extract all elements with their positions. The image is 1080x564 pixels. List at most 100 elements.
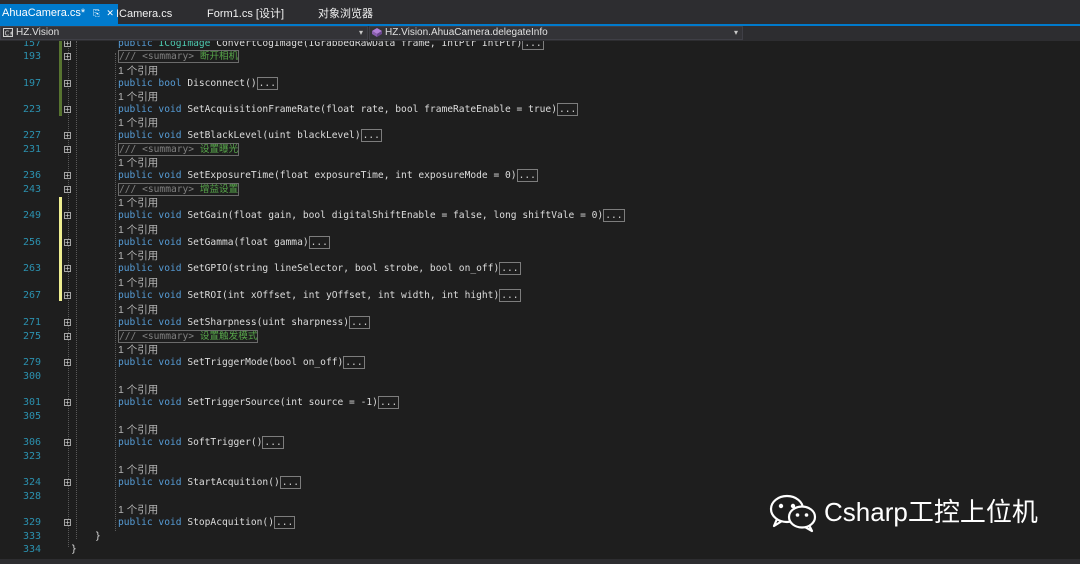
member-dropdown[interactable]: HZ.Vision.AhuaCamera.delegateInfo ▾ bbox=[369, 26, 743, 40]
collapsed-region[interactable]: ... bbox=[256, 77, 278, 90]
type-name: ICogImage bbox=[158, 41, 211, 49]
code-line: public void SoftTrigger()... bbox=[118, 436, 284, 449]
line-number: 306 bbox=[22, 437, 41, 448]
watermark-text: Csharp工控上位机 bbox=[824, 497, 1038, 527]
reference-count[interactable]: 1 个引用 bbox=[118, 197, 158, 209]
expand-toggle[interactable]: + bbox=[64, 319, 71, 327]
line-number: 275 bbox=[22, 331, 41, 342]
method-signature: SetROI(int xOffset, int yOffset, int wid… bbox=[187, 290, 500, 301]
method-signature: SetAcquisitionFrameRate(float rate, bool… bbox=[187, 104, 557, 115]
line-number: 223 bbox=[22, 104, 41, 115]
reference-count[interactable]: 1 个引用 bbox=[118, 504, 158, 516]
collapsed-region[interactable]: ... bbox=[377, 396, 400, 409]
expand-toggle[interactable]: + bbox=[64, 359, 71, 367]
code-line: public void SetSharpness(uint sharpness)… bbox=[118, 316, 371, 329]
tab-object-browser[interactable]: 对象浏览器 bbox=[318, 5, 373, 24]
collapsed-region[interactable]: ... bbox=[343, 356, 365, 369]
reference-count[interactable]: 1 个引用 bbox=[118, 65, 158, 77]
keyword: public void bbox=[118, 237, 182, 248]
chevron-down-icon: ▾ bbox=[733, 28, 738, 37]
collapsed-region[interactable]: ... bbox=[273, 516, 296, 529]
reference-count[interactable]: 1 个引用 bbox=[118, 157, 158, 169]
status-bar bbox=[0, 559, 1080, 564]
expand-toggle[interactable]: + bbox=[64, 146, 71, 154]
reference-count[interactable]: 1 个引用 bbox=[118, 344, 158, 356]
collapsed-region[interactable]: ... bbox=[516, 169, 538, 182]
method-signature: ConvertCogImage(IGrabbedRawData frame, I… bbox=[216, 41, 523, 49]
code-line: public void SetROI(int xOffset, int yOff… bbox=[118, 289, 521, 302]
reference-count[interactable]: 1 个引用 bbox=[118, 91, 158, 103]
reference-count[interactable]: 1 个引用 bbox=[118, 277, 158, 289]
comment-text: 设置曝光 bbox=[199, 144, 239, 155]
collapsed-comment[interactable]: /// <summary> 断开相机 bbox=[118, 50, 240, 63]
line-number: 333 bbox=[22, 531, 41, 542]
method-signature: SetGPIO(string lineSelector, bool strobe… bbox=[187, 263, 500, 274]
reference-count[interactable]: 1 个引用 bbox=[118, 384, 158, 396]
project-dropdown[interactable]: C#HZ.Vision ▾ bbox=[0, 26, 368, 40]
expand-toggle[interactable]: + bbox=[64, 80, 71, 88]
code-line: /// <summary> 断开相机 bbox=[118, 50, 240, 63]
pin-icon[interactable]: ⎘ bbox=[93, 4, 100, 23]
collapsed-region[interactable]: ... bbox=[279, 476, 302, 489]
expand-toggle[interactable]: + bbox=[64, 172, 71, 180]
tab-icamera[interactable]: ICamera.cs bbox=[116, 5, 172, 24]
navigation-bar: C#HZ.Vision ▾ HZ.Vision.AhuaCamera.deleg… bbox=[0, 26, 1080, 41]
code-line: public void SetGPIO(string lineSelector,… bbox=[118, 262, 521, 275]
collapsed-comment[interactable]: /// <summary> 设置触发模式 bbox=[118, 330, 259, 343]
collapsed-region[interactable]: ... bbox=[262, 436, 284, 449]
collapsed-region[interactable]: ... bbox=[499, 289, 521, 302]
code-line: public void SetGamma(float gamma)... bbox=[118, 236, 330, 249]
wechat-icon bbox=[769, 494, 817, 533]
reference-count[interactable]: 1 个引用 bbox=[118, 250, 158, 262]
expand-toggle[interactable]: + bbox=[64, 479, 71, 487]
comment-tag: /// <summary> bbox=[119, 144, 195, 155]
field-icon bbox=[372, 27, 382, 37]
tab-label: ICamera.cs bbox=[116, 8, 173, 20]
method-signature: SetTriggerSource(int source = -1) bbox=[187, 397, 378, 408]
expand-toggle[interactable]: + bbox=[64, 439, 71, 447]
collapsed-comment[interactable]: /// <summary> 设置曝光 bbox=[118, 143, 240, 156]
method-signature: SetSharpness(uint sharpness) bbox=[187, 317, 350, 328]
keyword: public void bbox=[118, 357, 182, 368]
expand-toggle[interactable]: + bbox=[64, 399, 71, 407]
expand-toggle[interactable]: + bbox=[64, 333, 71, 341]
expand-toggle[interactable]: + bbox=[64, 53, 71, 61]
keyword: public void bbox=[118, 397, 182, 408]
code-line: public void SetTriggerSource(int source … bbox=[118, 396, 400, 409]
expand-toggle[interactable]: + bbox=[64, 265, 71, 273]
reference-count[interactable]: 1 个引用 bbox=[118, 424, 158, 436]
keyword: public void bbox=[118, 290, 182, 301]
code-line: public void StopAcquition()... bbox=[118, 516, 296, 529]
expand-toggle[interactable]: + bbox=[64, 41, 71, 48]
reference-count[interactable]: 1 个引用 bbox=[118, 224, 158, 236]
code-editor[interactable]: 157 193 197 223 227 231 236 243 249 256 … bbox=[0, 41, 1080, 559]
collapsed-region[interactable]: ... bbox=[603, 209, 625, 222]
tab-ahuacamera[interactable]: AhuaCamera.cs* ⎘ ✕ bbox=[0, 4, 118, 24]
method-signature: Disconnect() bbox=[187, 78, 257, 89]
reference-count[interactable]: 1 个引用 bbox=[118, 117, 158, 129]
code-line: public void SetBlackLevel(uint blackLeve… bbox=[118, 129, 382, 142]
expand-toggle[interactable]: + bbox=[64, 132, 71, 140]
reference-count[interactable]: 1 个引用 bbox=[118, 304, 158, 316]
expand-toggle[interactable]: + bbox=[64, 186, 71, 194]
collapsed-region[interactable]: ... bbox=[557, 103, 579, 116]
collapsed-region[interactable]: ... bbox=[499, 262, 521, 275]
collapsed-region[interactable]: ... bbox=[308, 236, 330, 249]
close-icon[interactable]: ✕ bbox=[106, 4, 114, 23]
collapsed-region[interactable]: ... bbox=[360, 129, 382, 142]
reference-count[interactable]: 1 个引用 bbox=[118, 464, 158, 476]
comment-text: 增益设置 bbox=[199, 184, 239, 195]
collapsed-comment[interactable]: /// <summary> 增益设置 bbox=[118, 183, 240, 196]
expand-toggle[interactable]: + bbox=[64, 239, 71, 247]
expand-toggle[interactable]: + bbox=[64, 519, 71, 527]
line-number: 328 bbox=[22, 491, 41, 502]
collapsed-region[interactable]: ... bbox=[349, 316, 371, 329]
expand-toggle[interactable]: + bbox=[64, 106, 71, 114]
tab-form1-design[interactable]: Form1.cs [设计] bbox=[207, 5, 284, 24]
expand-toggle[interactable]: + bbox=[64, 212, 71, 220]
line-number: 157 bbox=[22, 41, 41, 49]
collapsed-region[interactable]: ... bbox=[522, 41, 544, 50]
expand-toggle[interactable]: + bbox=[64, 292, 71, 300]
keyword: public void bbox=[118, 130, 182, 141]
keyword: public void bbox=[118, 170, 182, 181]
